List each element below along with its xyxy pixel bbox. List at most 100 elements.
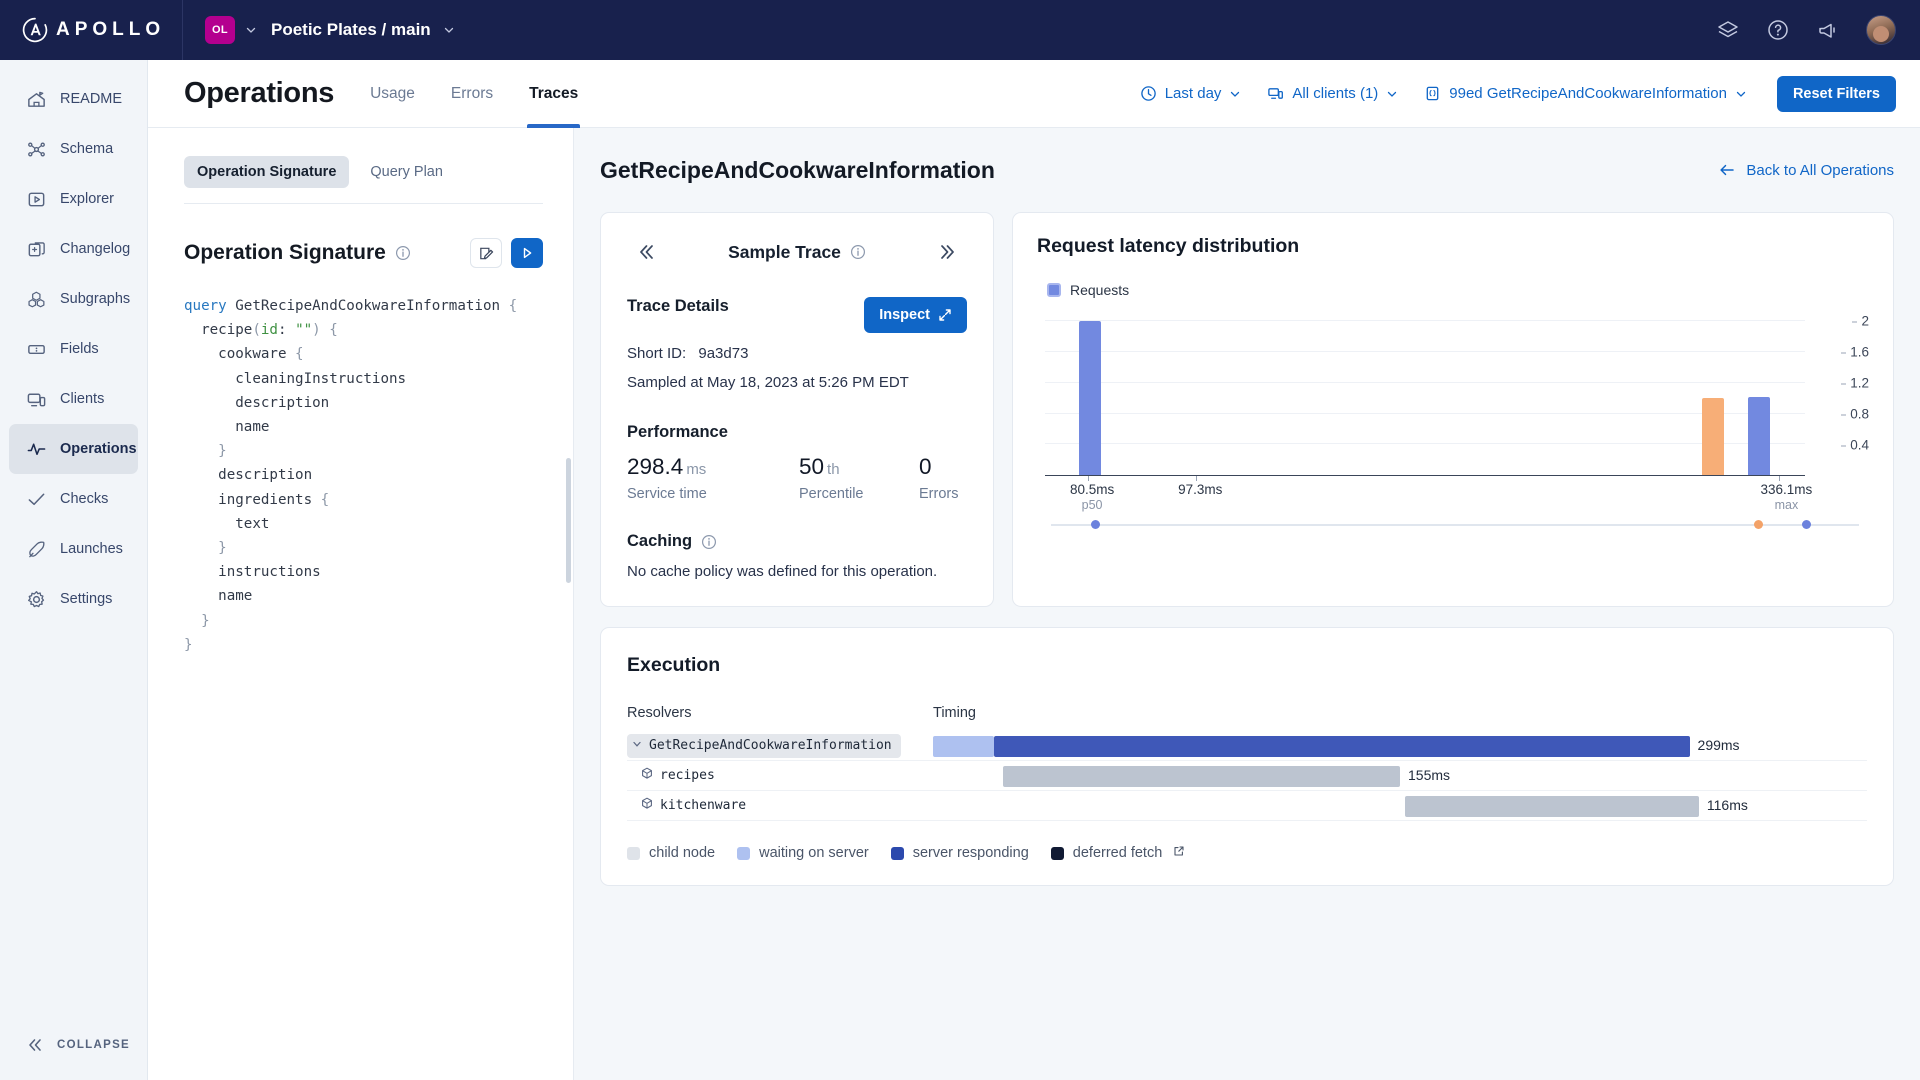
sidebar-item-readme[interactable]: README: [9, 74, 138, 124]
panel-scrollbar[interactable]: [566, 458, 571, 583]
previous-trace-icon[interactable]: [635, 241, 657, 263]
code-line: }: [218, 540, 227, 557]
table-row[interactable]: GetRecipeAndCookwareInformation 299ms: [627, 731, 1867, 761]
timing-cell: 299ms: [933, 733, 1867, 759]
run-query-button[interactable]: [511, 238, 543, 268]
code-line: cleaningInstructions: [184, 370, 407, 387]
timing-bar[interactable]: [1003, 765, 1400, 787]
legend-swatch-requests[interactable]: [1047, 283, 1061, 297]
sidebar: README Schema Explorer Changelog Subgrap…: [0, 60, 148, 1080]
filter-label: All clients (1): [1292, 85, 1379, 102]
schema-icon: [28, 142, 45, 156]
sidebar-item-subgraphs[interactable]: Subgraphs: [9, 274, 138, 324]
apollo-logo-text: APOLLO: [56, 19, 166, 40]
filter-operation[interactable]: 99ed GetRecipeAndCookwareInformation: [1424, 85, 1747, 102]
help-icon[interactable]: [1766, 18, 1790, 42]
resolver-name[interactable]: recipes: [627, 767, 715, 784]
external-link-icon[interactable]: [1171, 845, 1185, 861]
operations-header: Operations Usage Errors Traces Last day: [148, 60, 1920, 128]
legend-item: server responding: [890, 845, 1029, 861]
collapse-label: COLLAPSE: [57, 1039, 131, 1051]
edit-document-icon: [479, 247, 493, 259]
clock-icon: [1140, 86, 1156, 101]
play-icon: [523, 247, 532, 259]
operations-icon: [27, 442, 46, 455]
announcements-icon[interactable]: [1816, 18, 1840, 42]
metric-value: 298.4: [627, 454, 684, 479]
inspect-button[interactable]: Inspect: [864, 297, 967, 333]
app-root: APOLLO OL Poetic Plates / main README Sc…: [0, 0, 1920, 1080]
tab-traces[interactable]: Traces: [527, 60, 581, 128]
sidebar-item-checks[interactable]: Checks: [9, 474, 138, 524]
topbar-actions: [1716, 15, 1920, 45]
chevron-down-icon: [246, 27, 256, 33]
resolver-cell: kitchenware: [627, 797, 933, 814]
timing-bar[interactable]: [1404, 795, 1699, 817]
table-row[interactable]: recipes 155ms: [627, 761, 1867, 791]
app-body: README Schema Explorer Changelog Subgrap…: [0, 60, 1920, 1080]
table-row[interactable]: kitchenware 116ms: [627, 791, 1867, 821]
resolver-label: kitchenware: [660, 798, 747, 813]
caching-title-row: Caching: [627, 532, 967, 551]
chart-y-tick: 1.6: [1841, 344, 1869, 360]
tab-usage[interactable]: Usage: [368, 60, 417, 128]
timing-duration: 116ms: [1706, 796, 1748, 813]
operations-tabs: Usage Errors Traces: [368, 60, 581, 128]
org-switcher[interactable]: OL: [183, 16, 257, 44]
sidebar-item-operations[interactable]: Operations: [9, 424, 138, 474]
settings-icon: [28, 590, 45, 607]
x-label-value: 80.5ms: [1069, 482, 1115, 497]
sidebar-item-clients[interactable]: Clients: [9, 374, 138, 424]
sidebar-item-changelog[interactable]: Changelog: [9, 224, 138, 274]
filter-time-range[interactable]: Last day: [1140, 85, 1242, 102]
user-avatar[interactable]: [1866, 15, 1896, 45]
info-icon[interactable]: [701, 534, 717, 550]
caching-title: Caching: [627, 532, 693, 550]
info-icon[interactable]: [850, 244, 866, 260]
caching-text: No cache policy was defined for this ope…: [627, 563, 938, 580]
changelog-icon: [28, 241, 45, 256]
chart-bar[interactable]: [1079, 321, 1102, 475]
chart-gridline: [1045, 320, 1805, 322]
graph-title[interactable]: Poetic Plates / main: [271, 20, 431, 40]
chart-range-slider[interactable]: [1051, 508, 1859, 542]
chart-bar[interactable]: [1748, 396, 1770, 475]
sidebar-item-fields[interactable]: Fields: [9, 324, 138, 374]
back-link-label: Back to All Operations: [1746, 161, 1894, 179]
resolver-name[interactable]: GetRecipeAndCookwareInformation: [627, 733, 901, 758]
tab-query-plan[interactable]: Query Plan: [357, 156, 456, 188]
graph-chevron-down-icon[interactable]: [443, 24, 455, 36]
chevrons-left-icon: [29, 1039, 41, 1051]
divider: [184, 203, 543, 204]
reset-filters-button[interactable]: Reset Filters: [1776, 75, 1896, 112]
sidebar-item-settings[interactable]: Settings: [9, 574, 138, 624]
tab-errors[interactable]: Errors: [449, 60, 495, 128]
sidebar-item-schema[interactable]: Schema: [9, 124, 138, 174]
next-trace-icon[interactable]: [937, 241, 959, 263]
slider-dot[interactable]: [1091, 520, 1101, 529]
sidebar-collapse-button[interactable]: COLLAPSE: [0, 1010, 147, 1080]
chart-y-tick: 0.4: [1841, 437, 1869, 453]
graph-icon[interactable]: [1716, 18, 1740, 42]
slider-dot[interactable]: [1753, 520, 1763, 529]
info-icon[interactable]: [395, 245, 411, 261]
org-badge: OL: [205, 16, 235, 44]
sidebar-item-launches[interactable]: Launches: [9, 524, 138, 574]
timing-bar[interactable]: [993, 735, 1690, 757]
back-to-all-operations-link[interactable]: Back to All Operations: [1718, 161, 1894, 179]
chart-bar[interactable]: [1702, 398, 1725, 475]
slider-dot[interactable]: [1802, 520, 1812, 529]
chart-gridline: [1045, 443, 1805, 445]
chart-x-tick: [1778, 476, 1780, 481]
timing-bar[interactable]: [933, 735, 994, 757]
edit-query-button[interactable]: [470, 238, 502, 268]
tab-operation-signature[interactable]: Operation Signature: [184, 156, 350, 188]
apollo-logo[interactable]: APOLLO: [0, 0, 182, 60]
execution-legend: child node waiting on server server respon…: [627, 845, 1867, 861]
sidebar-label: Checks: [60, 491, 109, 507]
filter-clients[interactable]: All clients (1): [1267, 85, 1398, 102]
resolver-name[interactable]: kitchenware: [627, 797, 746, 814]
resolver-label: GetRecipeAndCookwareInformation: [649, 738, 892, 753]
page-title: Operations: [184, 77, 335, 109]
sidebar-item-explorer[interactable]: Explorer: [9, 174, 138, 224]
